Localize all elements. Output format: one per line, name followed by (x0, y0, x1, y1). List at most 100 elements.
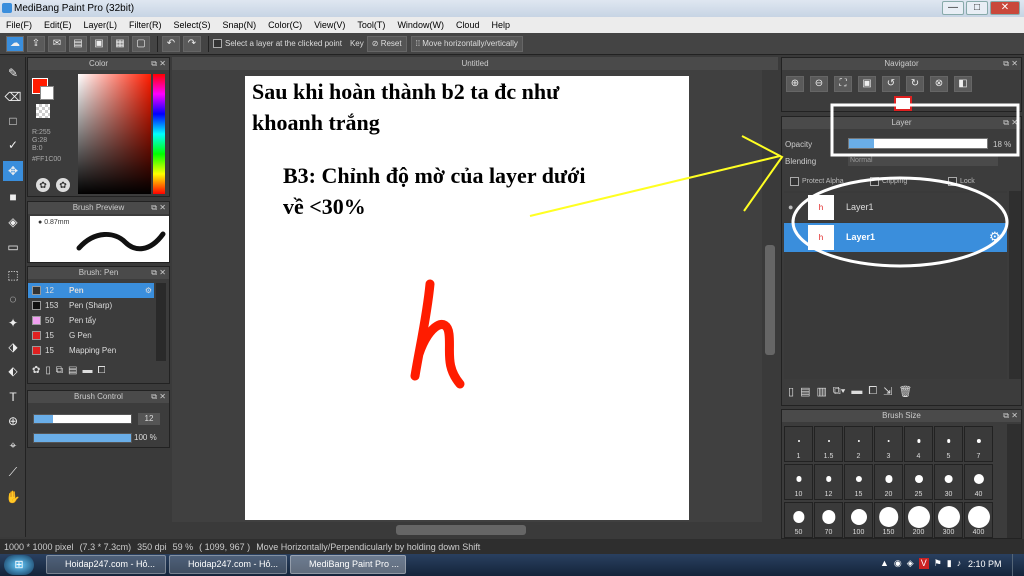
brush-size-cell[interactable]: 1 (784, 426, 813, 462)
layer-scrollbar[interactable] (1009, 191, 1021, 379)
brush-size-cell[interactable]: 3 (874, 426, 903, 462)
brush-opacity-slider[interactable] (33, 433, 132, 443)
opacity-slider[interactable] (848, 138, 988, 149)
lasso-icon[interactable]: ◌ (3, 289, 23, 309)
brush-size-cell[interactable]: 40 (964, 464, 993, 500)
brush-size-slider[interactable] (33, 414, 132, 424)
detach-icon[interactable]: ⧉ (1003, 58, 1009, 70)
brush-size-cell[interactable]: 15 (844, 464, 873, 500)
marquee-icon[interactable]: ⬚ (3, 265, 23, 285)
menu-filter[interactable]: Filter(R) (129, 20, 162, 30)
saturation-value-picker[interactable] (78, 74, 151, 194)
rotate-right-icon[interactable]: ↻ (906, 76, 924, 92)
brush-item-mapping-pen[interactable]: 15 Mapping Pen (28, 343, 154, 358)
brush-size-cell[interactable]: 400 (964, 502, 993, 538)
new-layer-icon[interactable]: ▯ (788, 385, 794, 398)
close-button[interactable]: ✕ (990, 1, 1020, 15)
palette-add-icon[interactable]: ✿ (56, 178, 70, 192)
eraser-icon[interactable]: ⌫ (3, 87, 23, 107)
new-icon[interactable]: ▯ (45, 365, 51, 376)
close-icon[interactable]: ✕ (159, 58, 166, 70)
gear-icon[interactable]: ⚙ (145, 286, 152, 295)
clipping-checkbox[interactable] (870, 177, 879, 186)
menu-cloud[interactable]: Cloud (456, 20, 480, 30)
share-icon[interactable]: ⇪ (27, 35, 45, 52)
secondary-color-swatch[interactable] (40, 86, 54, 100)
zoom-out-icon[interactable]: ⊖ (810, 76, 828, 92)
hue-slider[interactable] (153, 74, 165, 194)
brush-size-cell[interactable]: 300 (934, 502, 963, 538)
gear-icon[interactable]: ⚙ (989, 229, 1001, 245)
select-rect-icon[interactable]: □ (3, 111, 23, 131)
eye-icon[interactable]: ● (788, 202, 793, 212)
redo-icon[interactable]: ↷ (183, 35, 201, 52)
detach-icon[interactable]: ⧉ (151, 58, 157, 70)
document-icon[interactable]: ▤ (69, 35, 87, 52)
copy-icon[interactable]: ⧉ (56, 365, 63, 376)
duplicate-icon[interactable]: ⧠ (868, 385, 877, 398)
layer-row-selected[interactable]: ● h Layer1 ⚙ (784, 223, 1007, 252)
brush-size-cell[interactable]: 200 (904, 502, 933, 538)
canvas-vscroll[interactable] (762, 70, 778, 522)
duplicate-icon[interactable]: ⧠ (98, 365, 106, 376)
taskbar-item[interactable]: Hoidap247.com - Hỏ... (46, 555, 166, 574)
hand-icon[interactable]: ✋ (3, 487, 23, 507)
detach-icon[interactable]: ⧉ (151, 267, 157, 279)
actual-size-icon[interactable]: ▣ (858, 76, 876, 92)
transparent-swatch[interactable] (36, 104, 50, 118)
brush-add-icon[interactable]: ✿ (32, 365, 40, 376)
operation-icon[interactable]: ⊕ (3, 411, 23, 431)
edit-icon[interactable]: ▤ (68, 365, 77, 376)
text-icon[interactable]: T (3, 387, 23, 407)
move-button[interactable]: ⁞⁞ Move horizontally/vertically (410, 35, 523, 52)
brush-size-cell[interactable]: 20 (874, 464, 903, 500)
magic-wand-icon[interactable]: ✦ (3, 313, 23, 333)
menu-edit[interactable]: Edit(E) (44, 20, 72, 30)
reset-button[interactable]: ⊘ Reset (366, 35, 407, 52)
detach-icon[interactable]: ⧉ (151, 391, 157, 403)
menu-window[interactable]: Window(W) (397, 20, 444, 30)
delete-icon[interactable]: 🗑 (898, 385, 912, 398)
brush-item-g-pen[interactable]: 15 G Pen (28, 328, 154, 343)
taskbar-item-active[interactable]: MediBang Paint Pro ... (290, 555, 406, 574)
brush-size-cell[interactable]: 50 (784, 502, 813, 538)
brush-size-cell[interactable]: 25 (904, 464, 933, 500)
detach-icon[interactable]: ⧉ (151, 202, 157, 214)
brush-size-cell[interactable]: 5 (934, 426, 963, 462)
menu-file[interactable]: File(F) (6, 20, 32, 30)
grid-icon[interactable]: ▦ (111, 35, 129, 52)
canvas-paper[interactable] (245, 76, 689, 520)
brush-size-scrollbar[interactable] (1007, 424, 1021, 538)
reset-view-icon[interactable]: ⊗ (930, 76, 948, 92)
chat-icon[interactable]: ✉ (48, 35, 66, 52)
select-layer-checkbox[interactable] (213, 39, 222, 48)
new-8bit-icon[interactable]: ▥ (816, 385, 826, 398)
folder-icon[interactable]: ▬ (83, 365, 93, 376)
minimize-button[interactable]: — (942, 1, 964, 15)
menu-help[interactable]: Help (491, 20, 510, 30)
menu-select[interactable]: Select(S) (174, 20, 211, 30)
brush-size-cell[interactable]: 7 (964, 426, 993, 462)
brush-size-cell[interactable]: 1.5 (814, 426, 843, 462)
layer-row[interactable]: ● h Layer1 (784, 193, 1007, 222)
menu-tool[interactable]: Tool(T) (357, 20, 385, 30)
tray-signal-icon[interactable]: ▮ (947, 558, 952, 569)
zoom-in-icon[interactable]: ⊕ (786, 76, 804, 92)
brush-icon[interactable]: ✎ (3, 63, 23, 83)
show-desktop-button[interactable] (1012, 554, 1024, 576)
brush-size-value[interactable]: 12 (138, 413, 160, 425)
close-icon[interactable]: ✕ (159, 267, 166, 279)
close-icon[interactable]: ✕ (1011, 117, 1018, 129)
brush-size-cell[interactable]: 10 (784, 464, 813, 500)
maximize-button[interactable]: □ (966, 1, 988, 15)
menu-view[interactable]: View(V) (314, 20, 345, 30)
navigator-thumbnail[interactable] (894, 96, 912, 111)
tray-v-icon[interactable]: V (918, 558, 929, 569)
tray-app-icon[interactable]: ◈ (907, 558, 914, 569)
brush-item-pen-tay[interactable]: 50 Pen tẩy (28, 313, 154, 328)
frame-icon[interactable]: ▢ (132, 35, 150, 52)
brush-size-cell[interactable]: 2 (844, 426, 873, 462)
tray-flag-icon[interactable]: ⚑ (934, 558, 942, 569)
flip-icon[interactable]: ◧ (954, 76, 972, 92)
palette-icon[interactable]: ✿ (36, 178, 50, 192)
